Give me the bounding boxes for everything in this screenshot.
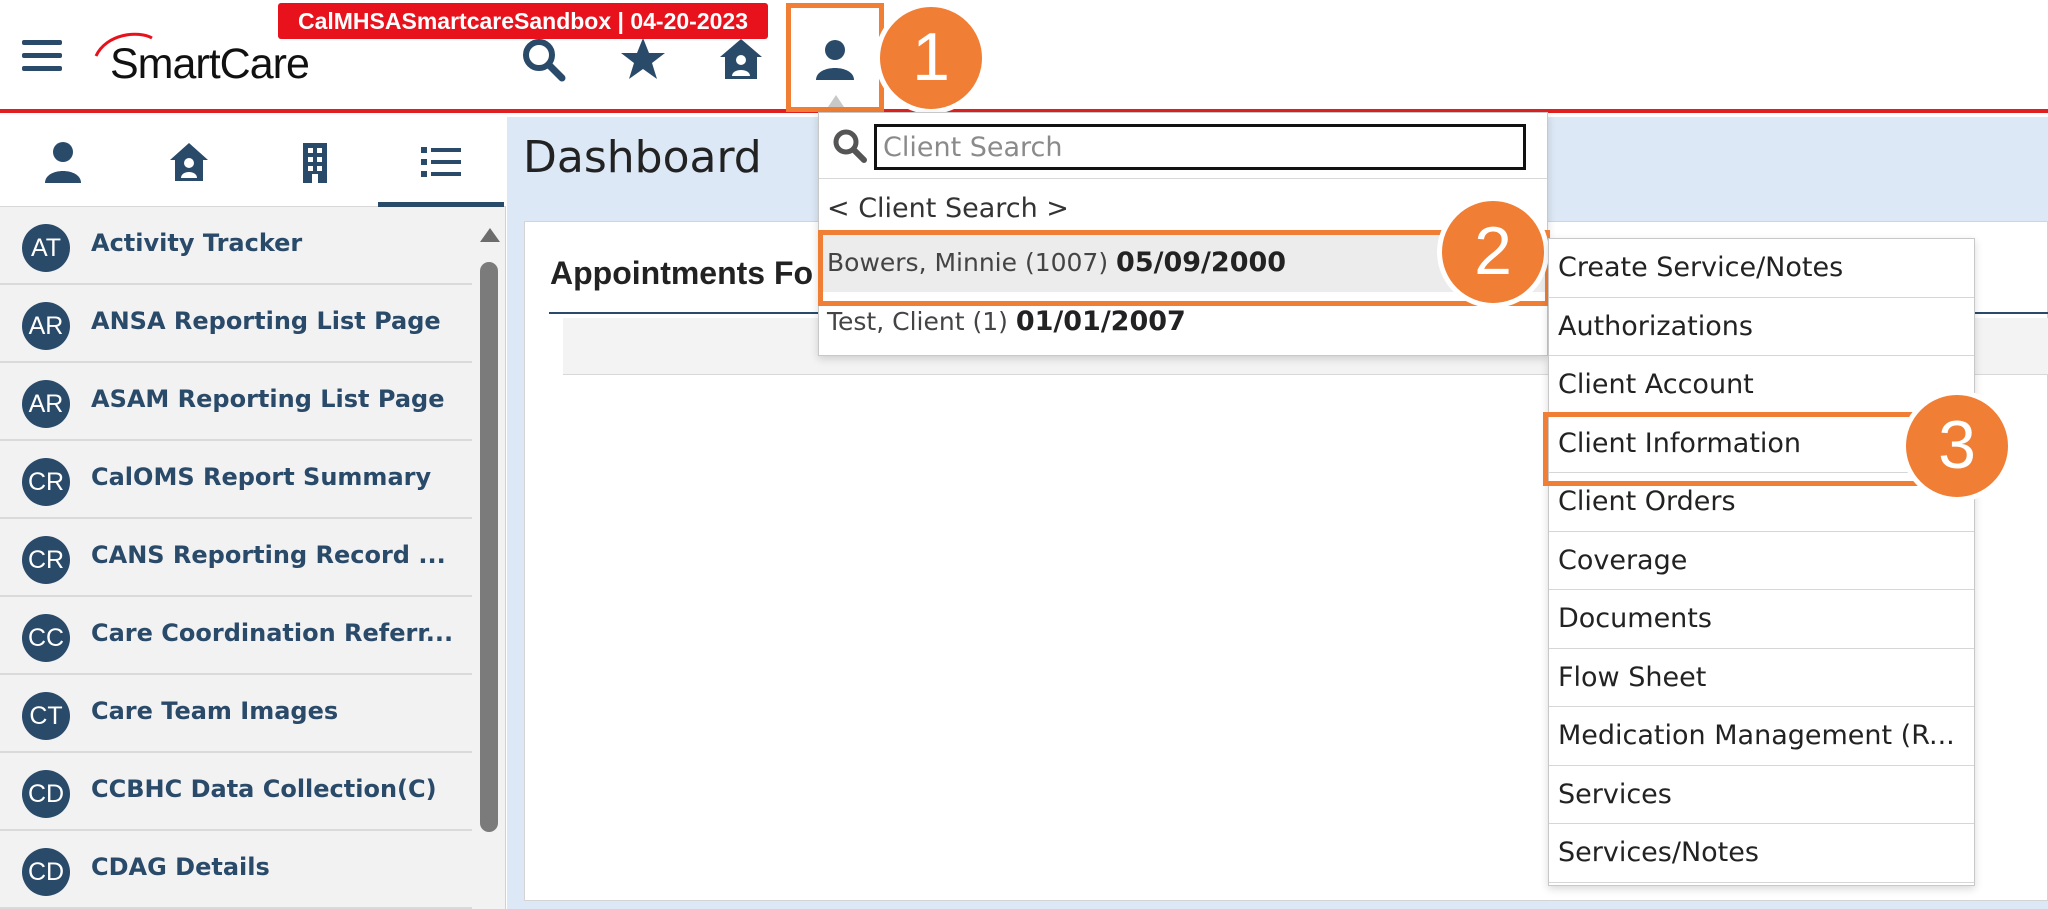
client-search-option[interactable]: < Client Search >: [827, 193, 1069, 224]
client-dob: 01/01/2007: [1015, 306, 1186, 337]
person-icon: [45, 142, 81, 183]
logo-text: SmartCare: [110, 40, 310, 88]
search-icon[interactable]: [520, 36, 566, 82]
left-panel-tabs: [0, 117, 506, 207]
list-icon: [421, 147, 461, 177]
menu-item-flow-sheet[interactable]: Flow Sheet: [1549, 649, 1974, 707]
hamburger-menu-icon[interactable]: [22, 40, 62, 76]
menu-item-authorizations[interactable]: Authorizations: [1549, 298, 1974, 356]
list-item-label: Care Team Images: [91, 697, 339, 725]
home-user-icon[interactable]: [718, 36, 764, 82]
avatar: CC: [22, 614, 70, 662]
client-search-row: [819, 113, 1547, 179]
step-3-badge: 3: [1901, 390, 2013, 502]
list-item-label: CDAG Details: [91, 853, 270, 881]
list-item[interactable]: CR CalOMS Report Summary: [0, 441, 472, 519]
avatar: AR: [22, 302, 70, 350]
list-item-label: CalOMS Report Summary: [91, 463, 432, 491]
star-icon[interactable]: [620, 36, 666, 82]
building-icon: [303, 143, 327, 183]
scroll-up-arrow-icon[interactable]: [480, 228, 500, 242]
menu-item-client-account[interactable]: Client Account: [1549, 356, 1974, 415]
menu-item-services-notes[interactable]: Services/Notes: [1549, 824, 1974, 883]
menu-item-services[interactable]: Services: [1549, 766, 1974, 824]
list-item-label: Activity Tracker: [91, 229, 303, 257]
search-icon: [833, 129, 867, 163]
left-panel: AT Activity Tracker AR ANSA Reporting List…: [0, 117, 506, 909]
tab-building[interactable]: [252, 117, 378, 207]
avatar: AR: [22, 380, 70, 428]
list-item-label: ANSA Reporting List Page: [91, 307, 441, 335]
avatar: CD: [22, 848, 70, 896]
tab-house[interactable]: [126, 117, 252, 207]
list-item[interactable]: CD CCBHC Data Collection(C): [0, 753, 472, 831]
list-item[interactable]: AR ASAM Reporting List Page: [0, 363, 472, 441]
avatar: CR: [22, 458, 70, 506]
list-item-label: ASAM Reporting List Page: [91, 385, 445, 413]
client-name: Test, Client (1): [827, 307, 1008, 336]
client-search-input[interactable]: [874, 124, 1526, 170]
dropdown-caret-icon: [828, 95, 844, 107]
list-item-label: CCBHC Data Collection(C): [91, 775, 437, 803]
menu-item-coverage[interactable]: Coverage: [1549, 532, 1974, 590]
tab-list[interactable]: [378, 117, 504, 207]
house-icon: [170, 143, 208, 181]
menu-item-medication-management[interactable]: Medication Management (R...: [1549, 707, 1974, 766]
list-item[interactable]: CR CANS Reporting Record ...: [0, 519, 472, 597]
step-2-badge: 2: [1437, 196, 1549, 308]
smartcare-logo[interactable]: SmartCare: [92, 30, 332, 90]
list-item-label: CANS Reporting Record ...: [91, 541, 446, 569]
list-item[interactable]: CC Care Coordination Referr...: [0, 597, 472, 675]
list-item[interactable]: CT Care Team Images: [0, 675, 472, 753]
menu-item-documents[interactable]: Documents: [1549, 590, 1974, 649]
list-item-label: Care Coordination Referr...: [91, 619, 454, 647]
avatar: AT: [22, 224, 70, 272]
sidebar-list: AT Activity Tracker AR ANSA Reporting List…: [0, 207, 472, 909]
tab-person[interactable]: [0, 117, 126, 207]
menu-item-create-service-notes[interactable]: Create Service/Notes: [1549, 239, 1974, 298]
avatar: CD: [22, 770, 70, 818]
step-1-badge: 1: [875, 2, 987, 114]
avatar: CR: [22, 536, 70, 584]
list-item[interactable]: AR ANSA Reporting List Page: [0, 285, 472, 363]
appointments-widget-title: Appointments Fo: [550, 255, 814, 291]
page-title: Dashboard: [523, 132, 762, 183]
sidebar-scrollbar-thumb[interactable]: [480, 262, 498, 832]
list-item[interactable]: AT Activity Tracker: [0, 207, 472, 285]
app-header: SmartCare CalMHSASmartcareSandbox | 04-2…: [0, 0, 2048, 113]
avatar: CT: [22, 692, 70, 740]
client-context-menu: Create Service/Notes Authorizations Clie…: [1548, 238, 1975, 886]
list-item[interactable]: CD CDAG Details: [0, 831, 472, 909]
environment-banner: CalMHSASmartcareSandbox | 04-20-2023: [278, 3, 768, 39]
